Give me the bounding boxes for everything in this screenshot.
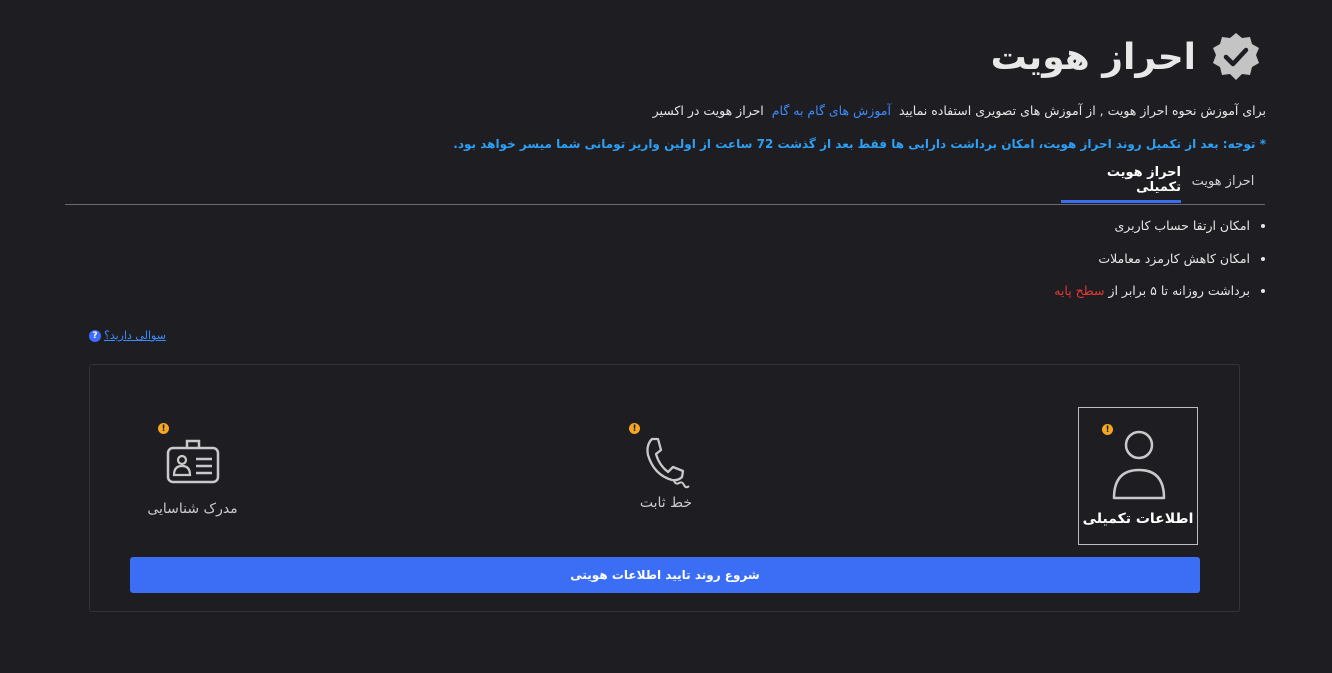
list-item: برداشت روزانه تا ۵ برابر از سطح پایه [1054, 280, 1250, 313]
step-id-document[interactable]: ! مدرک شناسایی [140, 423, 245, 517]
list-item: امکان کاهش کارمزد معاملات [1054, 248, 1250, 281]
step-personal-info[interactable]: ! اطلاعات تکمیلی [1078, 407, 1198, 545]
step-id-document-label: مدرک شناسایی [147, 501, 238, 517]
verification-steps-card: ! مدرک شناسایی ! خط ثابت ! اطلاعات تکمیل… [89, 364, 1240, 612]
help-link-group[interactable]: ? سوالی دارید؟ [89, 329, 166, 342]
help-link[interactable]: سوالی دارید؟ [104, 329, 166, 342]
base-level-highlight: سطح پایه [1054, 283, 1105, 298]
page-title: احراز هویت [990, 36, 1196, 78]
start-verification-button[interactable]: شروع روند تایید اطلاعات هویتی [130, 557, 1200, 593]
tutorial-link[interactable]: آموزش های گام به گام [772, 103, 891, 118]
intro-text-before: برای آموزش نحوه احراز هویت , از آموزش ها… [898, 103, 1266, 118]
withdrawal-notice: * توجه: بعد از تکمیل روند احراز هویت، ام… [453, 137, 1266, 151]
tab-basic-verification[interactable]: احراز هویت [1183, 160, 1263, 203]
warning-icon: ! [158, 423, 169, 434]
page-header: احراز هویت [991, 28, 1262, 86]
step-landline[interactable]: ! خط ثابت [618, 423, 714, 511]
step-landline-label: خط ثابت [639, 495, 693, 511]
feature-upgrade: امکان ارتقا حساب کاربری [1114, 218, 1250, 233]
warning-icon: ! [629, 423, 640, 434]
user-icon [1112, 430, 1166, 500]
id-card-icon [166, 439, 219, 484]
feature-withdrawal-prefix: برداشت روزانه تا ۵ برابر از [1108, 283, 1250, 298]
verified-badge-icon [1213, 33, 1259, 80]
phone-icon [646, 437, 690, 489]
intro-text: برای آموزش نحوه احراز هویت , از آموزش ها… [653, 103, 1266, 118]
tab-advanced-verification[interactable]: احراز هویت تکمیلی [1061, 160, 1181, 203]
list-item: امکان ارتقا حساب کاربری [1054, 215, 1250, 248]
intro-text-after: احراز هویت در اکسیر [652, 103, 764, 118]
tab-bar: احراز هویت احراز هویت تکمیلی [65, 160, 1265, 205]
feature-list: امکان ارتقا حساب کاربری امکان کاهش کارمز… [1054, 215, 1270, 313]
step-personal-info-label: اطلاعات تکمیلی [1082, 511, 1194, 527]
question-icon: ? [89, 329, 101, 342]
feature-fee-reduction: امکان کاهش کارمزد معاملات [1098, 250, 1250, 266]
